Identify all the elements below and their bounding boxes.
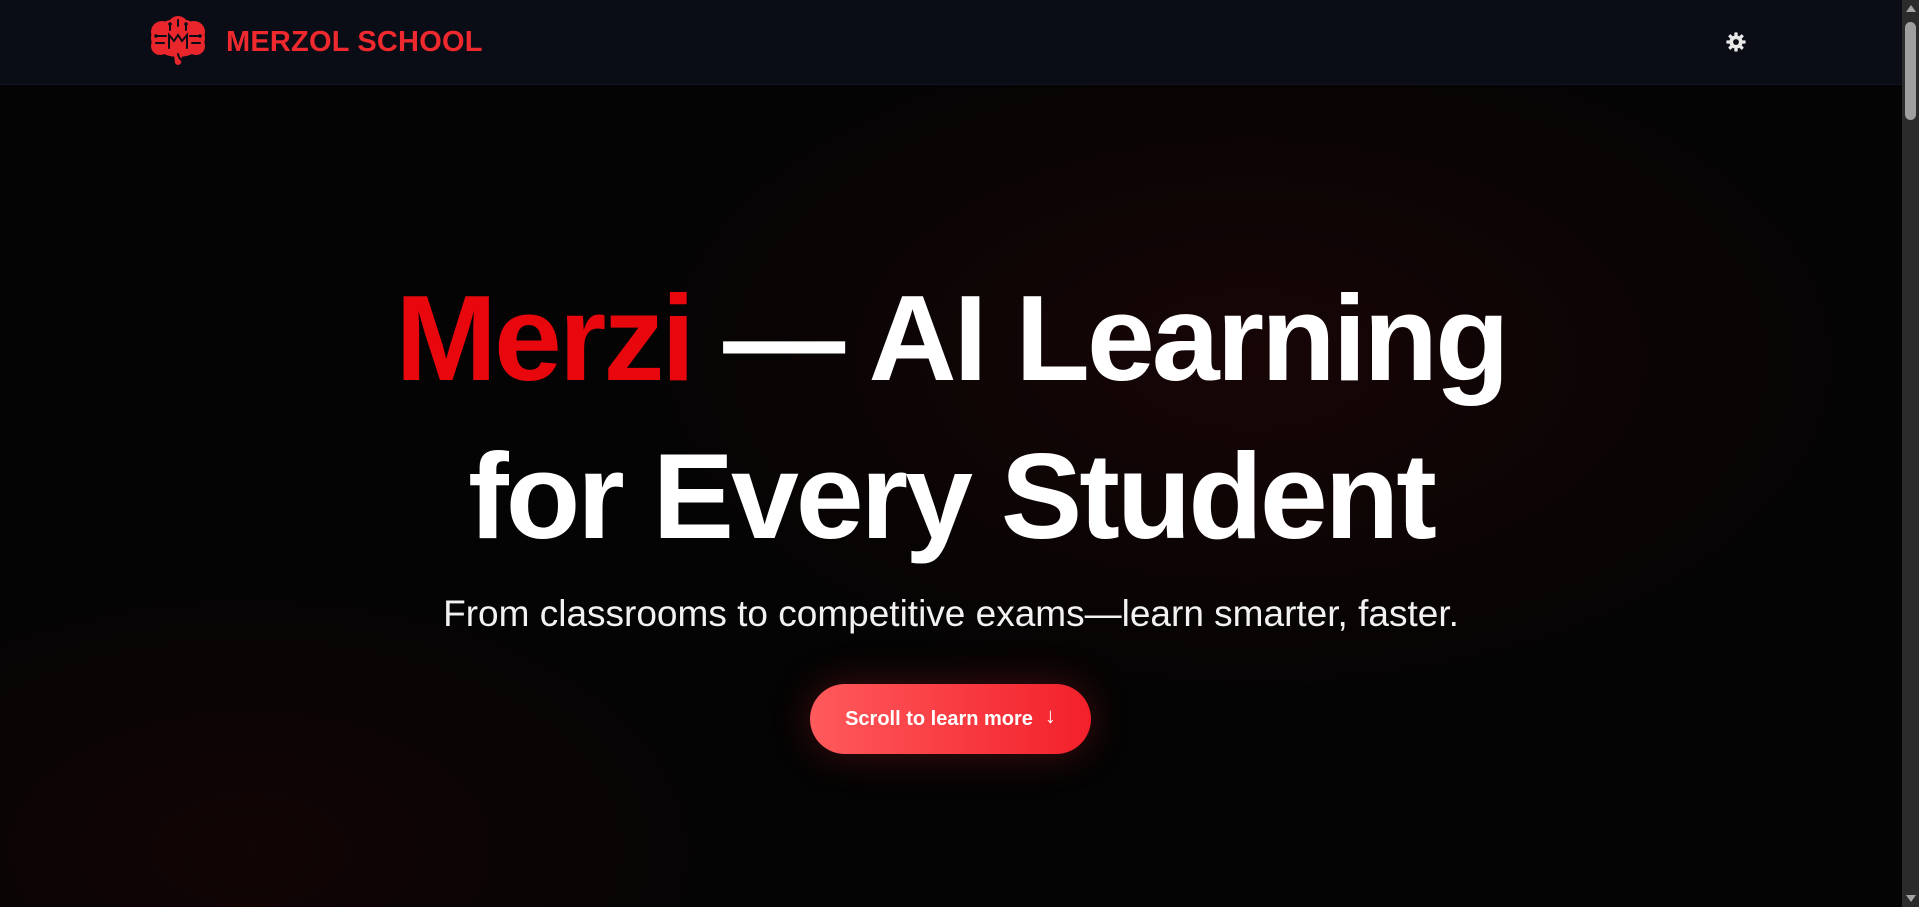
- cta-label: Scroll to learn more: [845, 707, 1033, 730]
- arrow-down-icon: ↓: [1044, 703, 1056, 728]
- hero-section: Merzi — AI Learning for Every Student Fr…: [0, 84, 1902, 907]
- page: MERZOL SCHOOL Merzi — AI Learning for Ev…: [0, 0, 1919, 907]
- navbar: MERZOL SCHOOL: [0, 0, 1902, 85]
- hero-subtitle: From classrooms to competitive exams—lea…: [443, 593, 1459, 634]
- scroll-down-arrow-icon[interactable]: [1906, 895, 1916, 902]
- scroll-to-learn-more-button[interactable]: Scroll to learn more ↓: [810, 684, 1091, 754]
- hero-title: Merzi — AI Learning for Every Student: [0, 259, 1902, 575]
- vertical-scrollbar[interactable]: [1902, 0, 1919, 907]
- brand-name: MERZOL SCHOOL: [226, 25, 483, 58]
- hero-title-line1: — AI Learning: [692, 270, 1509, 406]
- brain-icon: [151, 16, 205, 65]
- theme-toggle-button[interactable]: [1722, 28, 1750, 56]
- scrollbar-thumb[interactable]: [1905, 22, 1916, 120]
- gear-icon: [1726, 32, 1746, 52]
- brand-link[interactable]: MERZOL SCHOOL: [148, 16, 483, 68]
- hero-title-line2: for Every Student: [468, 428, 1437, 564]
- hero-title-accent: Merzi: [395, 270, 695, 406]
- scroll-up-arrow-icon[interactable]: [1906, 5, 1916, 12]
